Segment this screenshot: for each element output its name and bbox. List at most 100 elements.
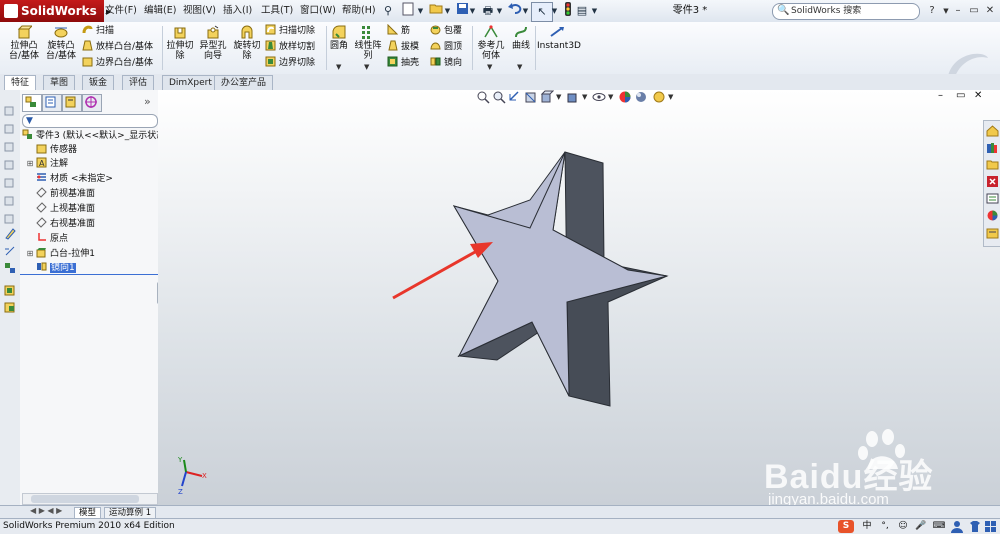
hole-wizard-button[interactable]: 异型孔 向导: [196, 25, 230, 61]
cube-icon[interactable]: [4, 104, 16, 116]
revolve-cut-button[interactable]: 旋转切 除: [231, 25, 263, 61]
search-box[interactable]: 🔍 SolidWorks 搜索: [772, 3, 920, 20]
ime-punctuation[interactable]: °,: [878, 520, 892, 533]
curves-button[interactable]: 曲线: [509, 25, 533, 51]
file-explorer-icon[interactable]: [986, 158, 999, 171]
ime-emoji-icon[interactable]: ☺: [896, 520, 910, 533]
undo-dropdown-icon[interactable]: ▼: [521, 2, 530, 20]
draft-button[interactable]: 拔模: [387, 40, 419, 55]
tree-item-material[interactable]: 材质 <未指定>: [20, 172, 164, 185]
custom-properties-icon[interactable]: [986, 227, 999, 240]
sweep-cut-button[interactable]: 扫描切除: [265, 24, 315, 39]
ime-keyboard-icon[interactable]: ⌨: [932, 520, 946, 533]
cube-icon[interactable]: [4, 176, 16, 188]
property-manager-tab[interactable]: [42, 94, 62, 112]
menu-file[interactable]: 文件(F): [102, 3, 140, 19]
cube-icon[interactable]: [4, 158, 16, 170]
tab-office-products[interactable]: 办公室产品: [214, 75, 274, 90]
save-dropdown-icon[interactable]: ▼: [468, 2, 477, 20]
view-palette-icon[interactable]: [986, 175, 999, 188]
print-dropdown-icon[interactable]: ▼: [495, 2, 504, 20]
tab-scroll-arrows[interactable]: ◀ ▶ ◀ ▶: [30, 506, 62, 515]
tree-item-origin[interactable]: 原点: [20, 232, 164, 245]
tree-item-front-plane[interactable]: 前视基准面: [20, 187, 164, 200]
options-dropdown-icon[interactable]: ▼: [590, 2, 599, 20]
configuration-manager-tab[interactable]: [62, 94, 82, 112]
ime-toolbox-icon[interactable]: [984, 520, 997, 533]
rib-button[interactable]: 筋: [387, 24, 410, 39]
linear-pattern-button[interactable]: 线性阵 列: [352, 25, 384, 61]
tree-horizontal-scrollbar[interactable]: [22, 493, 158, 505]
search-results-icon[interactable]: [986, 192, 999, 205]
ime-user-icon[interactable]: [950, 520, 964, 533]
tab-dimxpert[interactable]: DimXpert: [162, 75, 219, 90]
dimension-icon[interactable]: [4, 245, 16, 257]
extrude-cut-button[interactable]: 拉伸切 除: [164, 25, 196, 61]
tree-filter-input[interactable]: ▼: [22, 114, 158, 128]
menu-help[interactable]: 帮助(H): [339, 3, 379, 19]
menu-window[interactable]: 窗口(W): [297, 3, 339, 19]
tree-root[interactable]: 零件3 (默认<<默认>_显示状态: [20, 129, 158, 142]
wrap-button[interactable]: 包覆: [430, 24, 462, 39]
feature-tree-tab[interactable]: [22, 94, 42, 112]
cube-icon[interactable]: [4, 140, 16, 152]
menu-insert[interactable]: 插入(I): [220, 3, 255, 19]
ime-logo[interactable]: S: [838, 520, 854, 533]
tab-sheet-metal[interactable]: 钣金: [82, 75, 115, 90]
panel-expand-icon[interactable]: »: [144, 95, 151, 108]
dome-button[interactable]: 圆顶: [430, 40, 462, 55]
ime-skin-icon[interactable]: [968, 520, 982, 533]
cube-icon[interactable]: [4, 122, 16, 134]
new-dropdown-icon[interactable]: ▼: [416, 2, 425, 20]
fillet-button[interactable]: 圆角: [328, 25, 350, 51]
menu-tools[interactable]: 工具(T): [258, 3, 296, 19]
tree-item-annotations[interactable]: ⊞ A 注解: [20, 157, 164, 170]
cube-icon[interactable]: [4, 212, 16, 224]
home-icon[interactable]: [986, 124, 999, 137]
boss-icon[interactable]: [4, 284, 16, 296]
sweep-button[interactable]: 扫描: [82, 24, 114, 39]
expand-icon[interactable]: ⊞: [26, 247, 34, 260]
revolve-boss-button[interactable]: 旋转凸 台/基体: [44, 25, 78, 61]
shell-button[interactable]: 抽壳: [387, 56, 419, 71]
tree-item-sensors[interactable]: 传感器: [20, 143, 164, 156]
tab-sketch[interactable]: 草图: [43, 75, 76, 90]
loft-cut-button[interactable]: 放样切割: [265, 40, 315, 55]
cube-icon[interactable]: [4, 194, 16, 206]
reference-geometry-button[interactable]: 参考几 何体: [474, 25, 508, 61]
tab-evaluate[interactable]: 评估: [122, 75, 155, 90]
appearances-icon[interactable]: [986, 209, 999, 222]
close-button[interactable]: ✕: [982, 3, 998, 19]
restore-button[interactable]: ▭: [966, 3, 982, 19]
open-dropdown-icon[interactable]: ▼: [443, 2, 452, 20]
instant3d-button[interactable]: Instant3D: [537, 25, 581, 51]
app-logo[interactable]: SolidWorks: [0, 0, 104, 22]
tree-item-right-plane[interactable]: 右视基准面: [20, 217, 164, 230]
loft-boss-button[interactable]: 放样凸台/基体: [82, 40, 153, 55]
extrude-boss-button[interactable]: 拉伸凸 台/基体: [6, 25, 42, 61]
scrollbar-thumb[interactable]: [31, 495, 139, 503]
pin-icon[interactable]: ⚲: [378, 2, 398, 20]
ime-mic-icon[interactable]: 🎤: [914, 520, 928, 533]
boundary-boss-button[interactable]: 边界凸台/基体: [82, 56, 153, 71]
curves-dropdown-icon[interactable]: ▼: [517, 63, 522, 71]
sketch-pencil-icon[interactable]: [4, 228, 16, 240]
dimxpert-manager-tab[interactable]: [82, 94, 102, 112]
pattern-dropdown-icon[interactable]: ▼: [364, 63, 369, 71]
reference-geometry-dropdown-icon[interactable]: ▼: [487, 63, 492, 71]
tab-features[interactable]: 特征: [4, 75, 37, 90]
boundary-cut-button[interactable]: 边界切除: [265, 56, 315, 71]
menu-edit[interactable]: 编辑(E): [141, 3, 179, 19]
minimize-button[interactable]: –: [950, 3, 966, 19]
ime-language[interactable]: 中: [860, 520, 874, 533]
graphics-area[interactable]: ▼ ▼ ▼ ▼ – ▭ ✕ X Y Z Baidu经验 jingyan.baid…: [158, 90, 1000, 515]
mirror-button[interactable]: 镜向: [430, 56, 462, 71]
new-document-icon[interactable]: [398, 2, 418, 20]
tree-item-top-plane[interactable]: 上视基准面: [20, 202, 164, 215]
expand-icon[interactable]: ⊞: [26, 157, 34, 170]
tree-item-mirror[interactable]: 镜向1: [20, 261, 158, 275]
design-library-icon[interactable]: [986, 141, 999, 154]
tree-item-boss-extrude[interactable]: ⊞ 凸台-拉伸1: [20, 247, 164, 260]
fillet-dropdown-icon[interactable]: ▼: [336, 63, 341, 71]
boss-icon[interactable]: [4, 301, 16, 313]
